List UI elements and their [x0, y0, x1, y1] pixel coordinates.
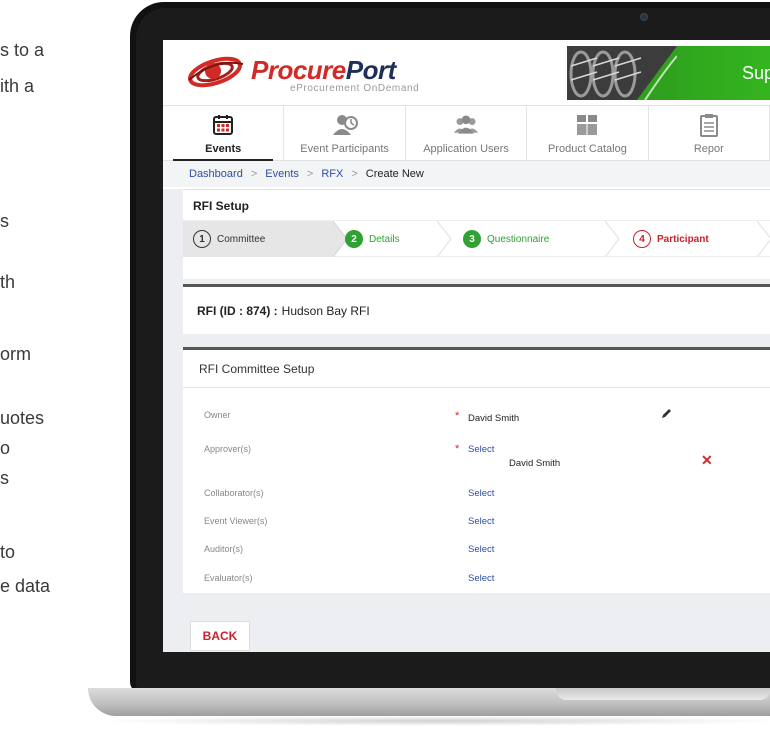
- rfi-id-card: RFI (ID : 874) : Hudson Bay RFI: [183, 284, 770, 334]
- nav-item-event-participants[interactable]: Event Participants: [284, 106, 406, 160]
- nav-item-application-users[interactable]: Application Users: [406, 106, 528, 160]
- evaluator-select-link[interactable]: Select: [468, 573, 494, 584]
- marketing-text-line: uotes: [0, 408, 45, 428]
- clipboard-icon: [696, 112, 722, 138]
- collaborator-select-link[interactable]: Select: [468, 488, 494, 499]
- marketing-text-line: s: [0, 211, 9, 231]
- breadcrumb-events[interactable]: Events: [265, 168, 299, 180]
- step-number: 4: [633, 230, 651, 248]
- laptop-lid-notch: [556, 688, 770, 700]
- step-number: 3: [463, 230, 481, 248]
- main-nav: Events Event Participants Application Us…: [163, 105, 770, 161]
- step-questionnaire[interactable]: 3 Questionnaire: [463, 221, 549, 257]
- step-participant[interactable]: 4 Participant: [633, 221, 709, 257]
- banner-text: Sup: [742, 63, 770, 83]
- owner-value: David Smith: [468, 413, 520, 424]
- users-group-icon: [453, 112, 479, 138]
- rfi-id-label: RFI (ID : 874) :: [197, 303, 278, 318]
- breadcrumb-rfx[interactable]: RFX: [321, 168, 343, 180]
- evaluator-label: Evaluator(s): [204, 573, 253, 583]
- approver-label: Approver(s): [204, 444, 252, 454]
- logo-wordmark-procure: Procure: [251, 55, 346, 85]
- step-label: Questionnaire: [487, 233, 550, 245]
- rfi-name: Hudson Bay RFI: [281, 303, 370, 318]
- nav-label: Events: [205, 143, 242, 155]
- breadcrumb-separator-icon: >: [250, 168, 258, 180]
- wizard-steps: 1 Committee 2 Details 3 Questionnaire 4 …: [183, 220, 770, 257]
- step-label: Committee: [217, 233, 266, 245]
- nav-item-product-catalog[interactable]: Product Catalog: [527, 106, 649, 160]
- step-number: 2: [345, 230, 363, 248]
- nav-label: Product Catalog: [547, 143, 627, 155]
- marketing-text-line: s: [0, 468, 9, 488]
- laptop-shadow: [96, 716, 770, 726]
- breadcrumb-current: Create New: [365, 168, 424, 180]
- owner-label: Owner: [204, 410, 231, 420]
- step-number: 1: [193, 230, 211, 248]
- marketing-text-line: o: [0, 438, 11, 458]
- globe-swoosh-icon: [188, 56, 244, 88]
- marketing-text-line: orm: [0, 344, 31, 364]
- auditor-label: Auditor(s): [204, 544, 244, 554]
- committee-setup-card: RFI Committee Setup Owner * David Smith …: [183, 347, 770, 593]
- step-committee[interactable]: 1 Committee: [183, 221, 333, 257]
- nav-label: Event Participants: [300, 143, 389, 155]
- breadcrumb-separator-icon: >: [306, 168, 314, 180]
- marketing-text-line: to: [0, 542, 16, 562]
- participant-clock-icon: [332, 112, 358, 138]
- breadcrumb-separator-icon: >: [351, 168, 358, 180]
- nav-item-reports[interactable]: Repor: [649, 106, 770, 160]
- step-label: Details: [369, 233, 400, 245]
- marketing-text-line: th: [0, 272, 16, 292]
- approver-select-link[interactable]: Select: [468, 444, 494, 455]
- logo-wordmark-port: Port: [345, 55, 397, 85]
- marketing-text-column: s to a ith a s th orm uotes o s to e dat…: [0, 0, 140, 755]
- marketing-text-line: s to a: [0, 40, 45, 60]
- breadcrumb-dashboard[interactable]: Dashboard: [189, 168, 243, 180]
- catalog-boxes-icon: [574, 112, 600, 138]
- committee-header: RFI Committee Setup: [183, 350, 770, 388]
- page-title: RFI Setup: [193, 199, 249, 213]
- main-content: RFI Setup 1 Committee 2 Details 3 Questi…: [163, 189, 770, 652]
- step-details[interactable]: 2 Details: [345, 221, 400, 257]
- collaborator-label: Collaborator(s): [204, 488, 264, 498]
- app-screen: ProcurePort eProcurement OnDemand Sup Ev…: [163, 40, 770, 652]
- marketing-text-line: ith a: [0, 76, 35, 96]
- pencil-edit-icon[interactable]: [660, 408, 672, 420]
- auditor-select-link[interactable]: Select: [468, 544, 494, 555]
- required-marker: *: [455, 443, 460, 455]
- step-chevron-icon: [436, 221, 452, 257]
- promo-banner[interactable]: Sup: [567, 46, 770, 100]
- logo-wordmark: ProcurePort: [251, 55, 396, 86]
- logo-tagline: eProcurement OnDemand: [290, 83, 420, 94]
- nav-label: Repor: [693, 143, 724, 155]
- nav-label: Application Users: [423, 143, 509, 155]
- committee-form: Owner * David Smith Approver(s) * Select…: [183, 388, 770, 593]
- back-button[interactable]: BACK: [190, 621, 250, 651]
- step-chevron-icon: [604, 221, 620, 257]
- event-viewer-select-link[interactable]: Select: [468, 516, 494, 527]
- event-viewer-label: Event Viewer(s): [204, 516, 268, 526]
- product-rolls-image: [567, 46, 677, 100]
- step-label: Participant: [657, 233, 709, 245]
- required-marker: *: [455, 410, 460, 422]
- remove-approver-icon[interactable]: ✕: [701, 452, 713, 469]
- marketing-text-line: e data: [0, 576, 51, 596]
- rfi-setup-card: RFI Setup 1 Committee 2 Details 3 Questi…: [183, 189, 770, 279]
- calendar-icon: [210, 112, 236, 138]
- app-header: ProcurePort eProcurement OnDemand Sup: [163, 40, 770, 105]
- step-chevron-icon: [756, 221, 770, 257]
- nav-item-events[interactable]: Events: [163, 106, 285, 161]
- webcam-icon: [640, 13, 648, 21]
- breadcrumb: Dashboard > Events > RFX > Create New: [163, 161, 770, 187]
- approver-member-name: David Smith: [509, 458, 561, 469]
